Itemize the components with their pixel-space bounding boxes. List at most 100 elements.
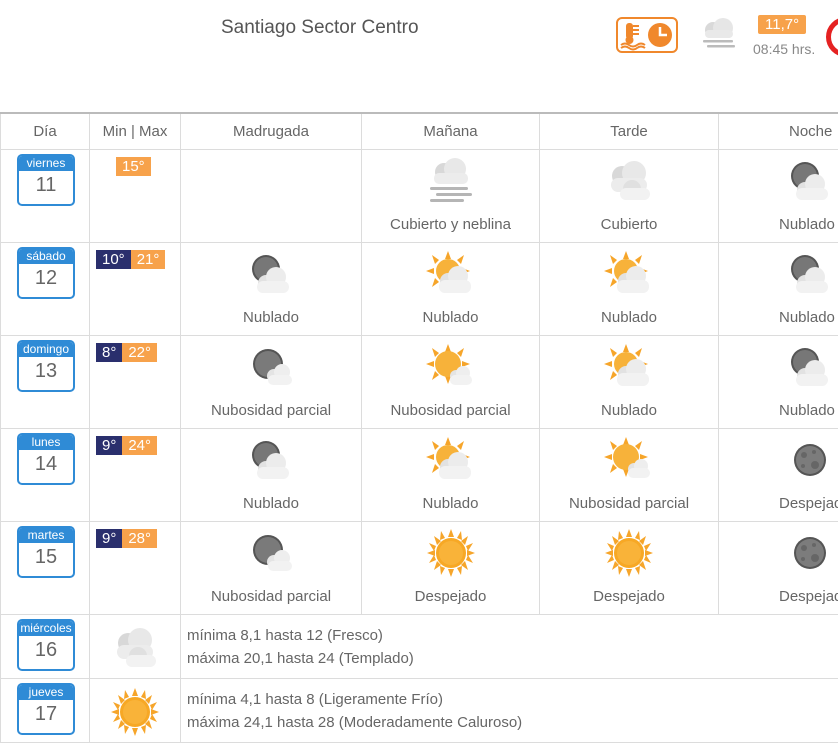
temperature-badges: 15°	[116, 157, 151, 176]
min-temperature: 8°	[96, 343, 123, 362]
moon-cloud-icon	[244, 435, 298, 485]
day-calendar: jueves 17	[17, 683, 75, 735]
table-row: domingo 13 8° 22° Nubosidad parcial Nubosidad…	[0, 335, 838, 429]
weather-label: Nublado	[779, 216, 835, 233]
calendar-weekday: domingo	[19, 342, 73, 357]
period-cell: Nublado	[361, 242, 540, 336]
period-cell	[180, 149, 362, 243]
day-calendar: miércoles 16	[17, 619, 75, 671]
sun-icon	[602, 528, 656, 578]
day-cell: jueves 17	[0, 678, 90, 743]
period-cell: Nublado	[361, 428, 540, 522]
calendar-day-number: 15	[34, 546, 58, 568]
period-cell: Despejado	[718, 521, 838, 615]
day-cell: viernes 11	[0, 149, 90, 243]
table-row: viernes 11 15° Cubierto y neblina Cubierto Nu…	[0, 149, 838, 243]
period-cell: Cubierto	[539, 149, 719, 243]
day-calendar: viernes 11	[17, 154, 75, 206]
sun-cloud-icon	[424, 249, 478, 299]
temperature-badges: 10° 21°	[96, 250, 166, 269]
period-cell: Nublado	[539, 335, 719, 429]
calendar-day-number: 14	[34, 453, 58, 475]
moon-cloud-icon	[783, 156, 837, 206]
period-cell: Nubosidad parcial	[361, 335, 540, 429]
sun-cloud-icon	[602, 342, 656, 392]
temperature-badges: 9° 28°	[96, 529, 158, 548]
calendar-day-number: 11	[35, 174, 57, 196]
day-calendar: sábado 12	[17, 247, 75, 299]
moon-cloud-icon	[244, 249, 298, 299]
weather-label: Nubosidad parcial	[568, 495, 690, 512]
period-cell: Nubosidad parcial	[539, 428, 719, 522]
weather-label: Nublado	[243, 495, 299, 512]
sun-cloud-icon	[602, 249, 656, 299]
extended-max-text: máxima 24,1 hasta 28 (Moderadamente Calu…	[187, 714, 523, 731]
current-temperature: 11,7°	[758, 15, 807, 34]
weather-label: Nublado	[601, 309, 657, 326]
calendar-day-number: 17	[34, 703, 58, 725]
cloud-icon	[108, 623, 162, 671]
min-temperature: 9°	[96, 436, 123, 455]
weather-label: Cubierto y neblina	[390, 216, 511, 233]
extended-icon-cell	[89, 678, 181, 743]
period-cell: Nublado	[539, 242, 719, 336]
thermometer-clock-icon	[620, 23, 672, 51]
calendar-weekday: miércoles	[19, 621, 73, 636]
temperature-badges: 8° 22°	[96, 343, 158, 362]
moon-cloud-icon	[783, 342, 837, 392]
calendar-weekday: sábado	[19, 249, 73, 264]
calendar-day-number: 12	[34, 267, 58, 289]
day-cell: lunes 14	[0, 428, 90, 522]
moon-icon	[783, 528, 837, 578]
day-cell: martes 15	[0, 521, 90, 615]
column-header-madrugada: Madrugada	[180, 112, 362, 150]
moon-icon	[783, 435, 837, 485]
calendar-weekday: viernes	[19, 156, 73, 171]
weather-label: Despejado	[593, 588, 665, 605]
max-temperature: 21°	[130, 250, 166, 269]
period-cell: Nublado	[718, 335, 838, 429]
column-header-tarde: Tarde	[539, 112, 719, 150]
column-header-manana: Mañana	[361, 112, 540, 150]
weather-label: Nublado	[422, 495, 479, 512]
cloud-icon	[602, 156, 656, 206]
table-header-row: Día Min | Max Madrugada Mañana Tarde Noc…	[0, 112, 838, 150]
weather-label: Nublado	[601, 402, 657, 419]
current-time: 08:45 hrs.	[753, 41, 816, 57]
max-temperature: 15°	[116, 157, 151, 176]
extended-icon-cell	[89, 614, 181, 679]
weather-label: Nubosidad parcial	[210, 402, 332, 419]
table-row: martes 15 9° 28° Nubosidad parcial Despejado D…	[0, 521, 838, 615]
weather-label: Nublado	[243, 309, 299, 326]
weather-label: Nubosidad parcial	[210, 588, 332, 605]
minmax-cell: 9° 28°	[89, 521, 181, 615]
thermometer-clock-button[interactable]	[616, 17, 678, 53]
extended-min-text: mínima 8,1 hasta 12 (Fresco)	[187, 627, 383, 644]
moon-cloud-icon	[783, 249, 837, 299]
moon-partly-cloudy-icon	[244, 342, 298, 392]
sun-cloud-icon	[424, 435, 478, 485]
calendar-weekday: jueves	[19, 685, 73, 700]
alert-circle-icon[interactable]	[826, 17, 838, 57]
period-cell: Despejado	[361, 521, 540, 615]
extended-min-text: mínima 4,1 hasta 8 (Ligeramente Frío)	[187, 691, 443, 708]
weather-label: Nubosidad parcial	[390, 402, 511, 419]
calendar-day-number: 13	[34, 360, 58, 382]
forecast-table: Día Min | Max Madrugada Mañana Tarde Noc…	[0, 112, 838, 743]
sun-partly-cloudy-icon	[602, 435, 656, 485]
period-cell: Nublado	[180, 242, 362, 336]
minmax-cell: 15°	[89, 149, 181, 243]
weather-label: Nublado	[779, 309, 835, 326]
period-cell: Nubosidad parcial	[180, 521, 362, 615]
column-header-day: Día	[0, 112, 90, 150]
sun-partly-cloudy-icon	[424, 342, 478, 392]
minmax-cell: 8° 22°	[89, 335, 181, 429]
extended-forecast-cell: mínima 4,1 hasta 8 (Ligeramente Frío) máx…	[180, 678, 838, 743]
table-row: miércoles 16 mínima 8,1 hasta 12 (Fresco) m…	[0, 614, 838, 679]
weather-label: Despejado	[414, 588, 487, 605]
weather-label: Nublado	[422, 309, 479, 326]
sun-icon	[424, 528, 478, 578]
day-calendar: martes 15	[17, 526, 75, 578]
min-temperature: 9°	[96, 529, 123, 548]
weather-label: Despejado	[779, 495, 838, 512]
